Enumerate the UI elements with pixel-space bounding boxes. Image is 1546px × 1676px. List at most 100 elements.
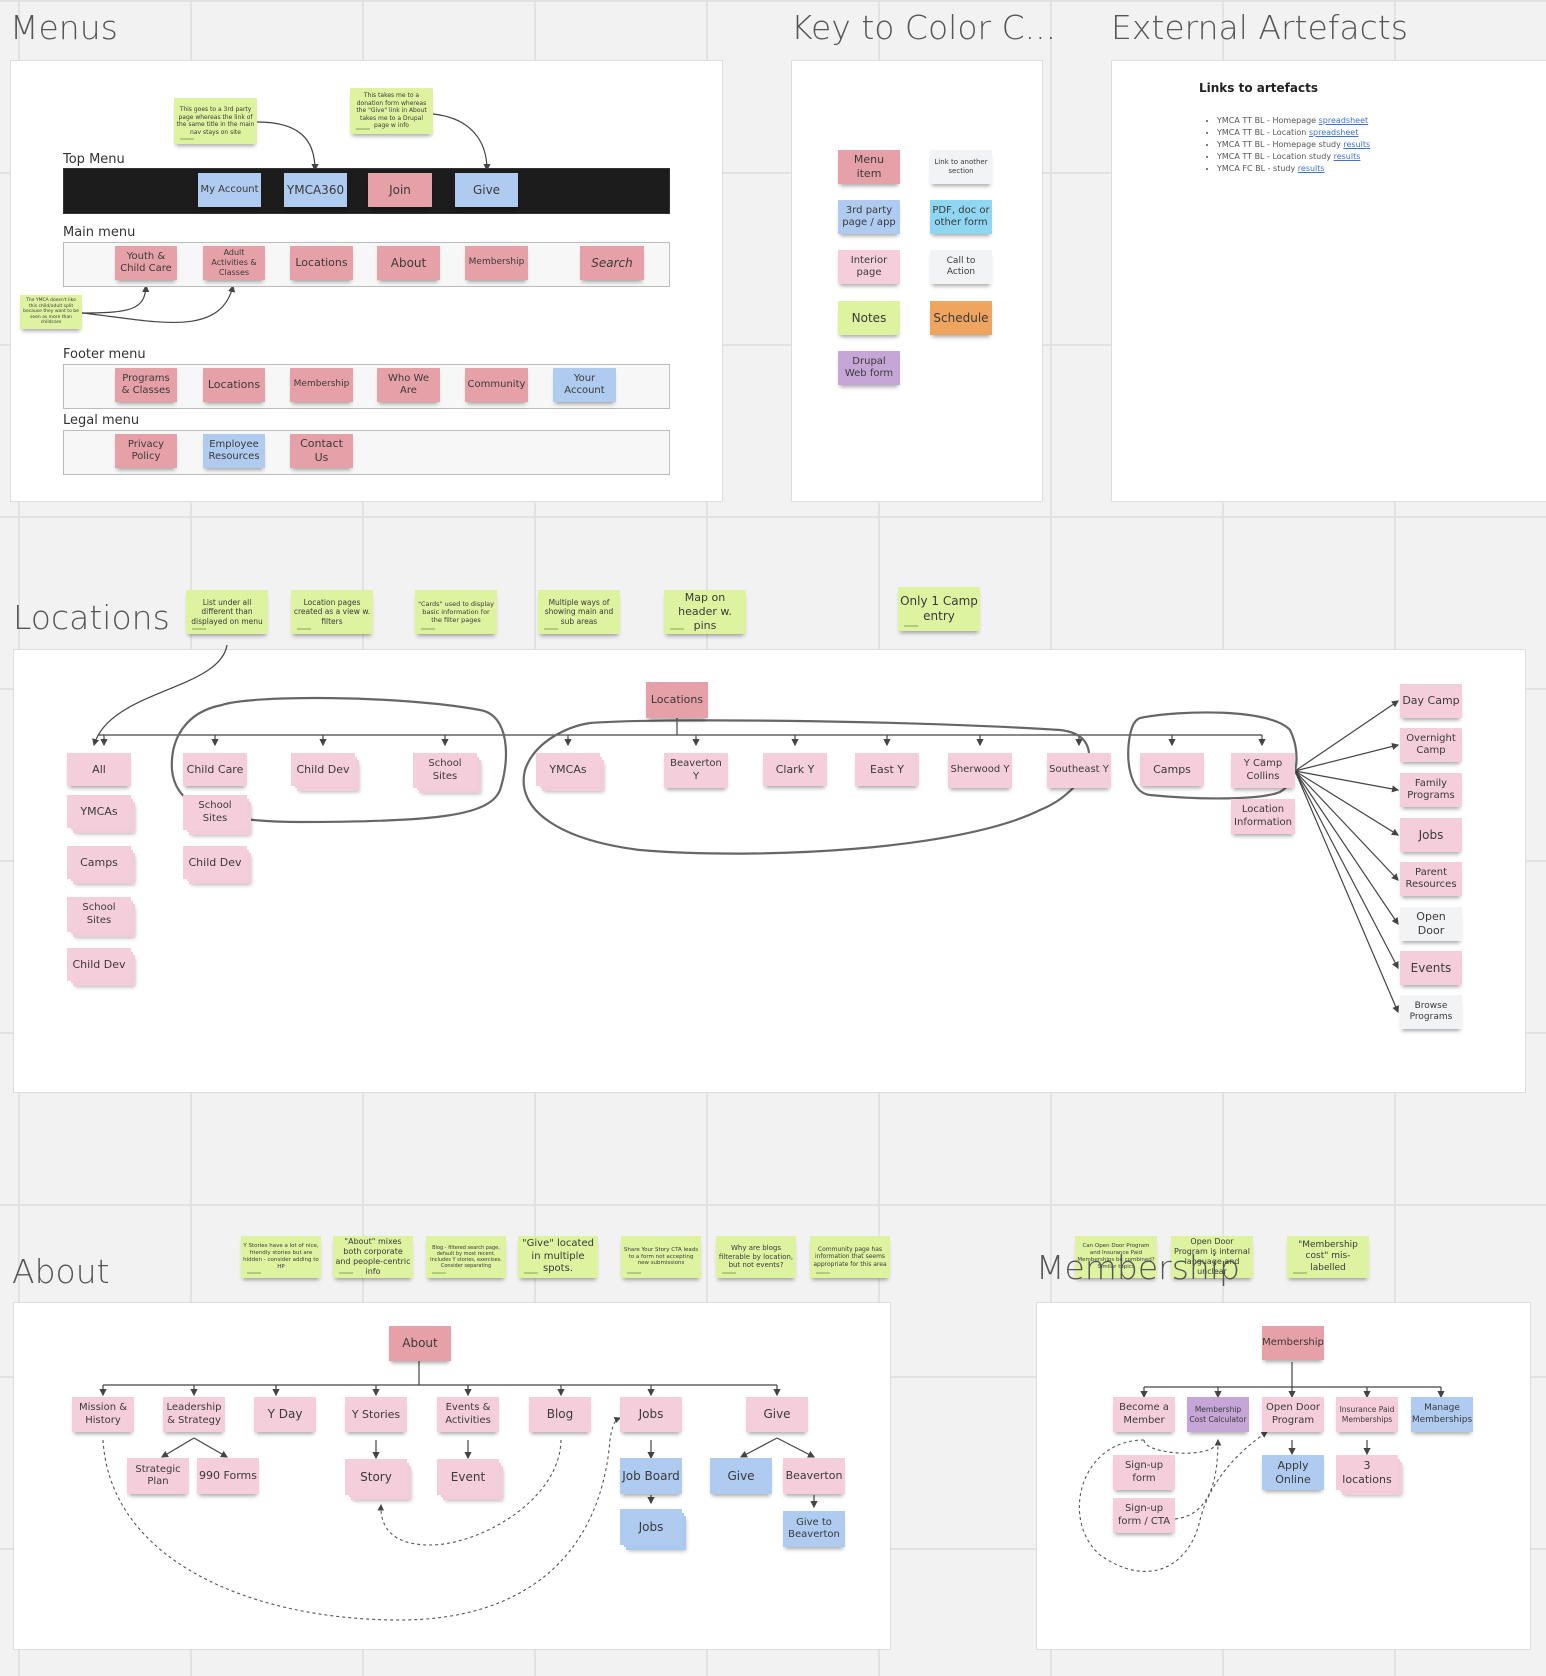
about-note-5[interactable]: Share Your Story CTA leads to a form not… (621, 1236, 701, 1278)
link-results[interactable]: results (1298, 164, 1325, 173)
about-note-6[interactable]: Why are blogs filterable by location, bu… (716, 1236, 796, 1278)
about-story[interactable]: Story (345, 1459, 407, 1495)
loc-note-2[interactable]: Location pages created as a view w. filt… (291, 590, 373, 634)
about-mission[interactable]: Mission & History (72, 1397, 134, 1432)
note-split[interactable]: The YMCA doesn't like this child/adult s… (20, 295, 82, 329)
about-990-forms[interactable]: 990 Forms (197, 1458, 259, 1494)
footer-menu-community[interactable]: Community (465, 368, 528, 402)
loc-note-3[interactable]: "Cards" used to display basic informatio… (415, 590, 497, 634)
legal-menu-employee-resources[interactable]: Employee Resources (203, 434, 265, 468)
loc-all-camps[interactable]: Camps (67, 846, 131, 879)
about-give-ext[interactable]: Give (710, 1458, 772, 1494)
main-menu-search[interactable]: Search (580, 246, 644, 280)
loc-clark[interactable]: Clark Y (763, 753, 827, 786)
main-menu-adult-activities[interactable]: Adult Activities & Classes (203, 246, 265, 280)
mem-signup-form[interactable]: Sign-up form (1113, 1455, 1175, 1490)
about-event[interactable]: Event (437, 1459, 499, 1495)
mem-signup-cta[interactable]: Sign-up form / CTA (1113, 1498, 1175, 1533)
about-y-stories[interactable]: Y Stories (345, 1397, 407, 1432)
about-note-1[interactable]: Y Stories have a lot of nice, friendly s… (241, 1236, 321, 1278)
loc-child-dev[interactable]: Child Dev (291, 753, 355, 786)
footer-menu-who-we-are[interactable]: Who We Are (377, 368, 440, 402)
about-leadership[interactable]: Leadership & Strategy (163, 1397, 225, 1432)
loc-camps[interactable]: Camps (1140, 753, 1204, 786)
footer-menu-membership[interactable]: Membership (290, 368, 353, 402)
legal-menu-contact[interactable]: Contact Us (290, 434, 353, 468)
legal-menu-privacy[interactable]: Privacy Policy (115, 434, 177, 468)
about-note-4[interactable]: "Give" located in multiple spots. (518, 1236, 598, 1278)
top-menu-label: Top Menu (63, 152, 125, 167)
loc-root[interactable]: Locations (646, 682, 708, 718)
top-menu-give[interactable]: Give (455, 173, 518, 207)
loc-y-camp-collins[interactable]: Y Camp Collins (1231, 753, 1295, 788)
mem-calculator[interactable]: Membership Cost Calculator (1187, 1397, 1249, 1432)
loc-all-child-dev[interactable]: Child Dev (67, 948, 131, 981)
loc-note-4[interactable]: Multiple ways of showing main and sub ar… (538, 590, 620, 634)
mem-root[interactable]: Membership (1262, 1326, 1324, 1360)
loc-child-care[interactable]: Child Care (183, 753, 247, 786)
camp-events[interactable]: Events (1400, 951, 1462, 985)
mem-3-locations[interactable]: 3 locations (1336, 1455, 1398, 1490)
about-root[interactable]: About (389, 1326, 451, 1361)
about-note-7[interactable]: Community page has information that seem… (810, 1236, 890, 1278)
about-note-3[interactable]: Blog - filtered search page, default by … (426, 1236, 506, 1278)
about-jobs-list[interactable]: Jobs (620, 1509, 682, 1545)
camp-open-door[interactable]: Open Door (1400, 907, 1462, 941)
loc-all[interactable]: All (67, 753, 131, 786)
camp-day-camp[interactable]: Day Camp (1400, 684, 1462, 718)
about-beaverton[interactable]: Beaverton (783, 1458, 845, 1494)
about-give[interactable]: Give (746, 1397, 808, 1432)
loc-school-sites[interactable]: School Sites (413, 753, 477, 788)
footer-menu-programs[interactable]: Programs & Classes (115, 368, 177, 402)
mem-manage[interactable]: Manage Memberships (1411, 1397, 1473, 1432)
main-menu-membership[interactable]: Membership (465, 246, 528, 280)
mem-open-door[interactable]: Open Door Program (1262, 1397, 1324, 1432)
loc-ymcas[interactable]: YMCAs (536, 753, 600, 786)
loc-cc-school-sites[interactable]: School Sites (183, 795, 247, 830)
note-give[interactable]: This takes me to a donation form whereas… (350, 88, 433, 134)
note-text: This takes me to a donation form whereas… (356, 92, 427, 130)
loc-note-5[interactable]: Map on header w. pins (664, 590, 746, 634)
note-text: The YMCA doesn't like this child/adult s… (23, 297, 79, 326)
loc-all-school-sites[interactable]: School Sites (67, 897, 131, 932)
camp-overnight[interactable]: Overnight Camp (1400, 728, 1462, 762)
camp-family[interactable]: Family Programs (1400, 773, 1462, 807)
camp-browse[interactable]: Browse Programs (1400, 995, 1462, 1029)
mem-insurance[interactable]: Insurance Paid Memberships (1336, 1397, 1398, 1432)
link-results[interactable]: results (1343, 140, 1370, 149)
camp-jobs[interactable]: Jobs (1400, 818, 1462, 852)
loc-east[interactable]: East Y (855, 753, 919, 786)
loc-sherwood[interactable]: Sherwood Y (948, 753, 1012, 788)
about-give-beaverton[interactable]: Give to Beaverton (783, 1511, 845, 1547)
link-spreadsheet[interactable]: spreadsheet (1309, 128, 1358, 137)
about-note-2[interactable]: "About" mixes both corporate and people-… (333, 1236, 413, 1278)
mem-become[interactable]: Become a Member (1113, 1397, 1175, 1432)
loc-note-1[interactable]: List under all different than displayed … (186, 590, 268, 634)
about-strategic-plan[interactable]: Strategic Plan (127, 1458, 189, 1494)
about-events[interactable]: Events & Activities (437, 1397, 499, 1432)
about-jobs[interactable]: Jobs (620, 1397, 682, 1432)
main-menu-about[interactable]: About (377, 246, 440, 280)
loc-all-ymcas[interactable]: YMCAs (67, 795, 131, 828)
link-results[interactable]: results (1334, 152, 1361, 161)
note-ymca360[interactable]: This goes to a 3rd party page whereas th… (174, 98, 257, 144)
about-blog[interactable]: Blog (529, 1397, 591, 1432)
main-menu-locations[interactable]: Locations (290, 246, 353, 280)
about-y-day[interactable]: Y Day (254, 1397, 316, 1432)
loc-note-6[interactable]: Only 1 Camp entry (898, 587, 980, 631)
about-job-board[interactable]: Job Board (620, 1458, 682, 1494)
loc-beaverton[interactable]: Beaverton Y (664, 753, 728, 788)
link-spreadsheet[interactable]: spreadsheet (1319, 116, 1368, 125)
top-menu-my-account[interactable]: My Account (198, 173, 261, 207)
top-menu-join[interactable]: Join (368, 173, 432, 207)
mem-apply-online[interactable]: Apply Online (1262, 1455, 1324, 1490)
camp-parent[interactable]: Parent Resources (1400, 862, 1462, 896)
main-menu-youth-child-care[interactable]: Youth & Child Care (115, 246, 177, 280)
footer-menu-your-account[interactable]: Your Account (553, 368, 616, 402)
loc-location-info[interactable]: Location Information (1231, 799, 1295, 834)
loc-southeast[interactable]: Southeast Y (1047, 753, 1111, 788)
top-menu-ymca360[interactable]: YMCA360 (284, 173, 347, 207)
loc-cc-child-dev[interactable]: Child Dev (183, 846, 247, 879)
footer-menu-locations[interactable]: Locations (203, 368, 265, 402)
mem-note-3[interactable]: "Membership cost" mis-labelled (1287, 1236, 1369, 1278)
